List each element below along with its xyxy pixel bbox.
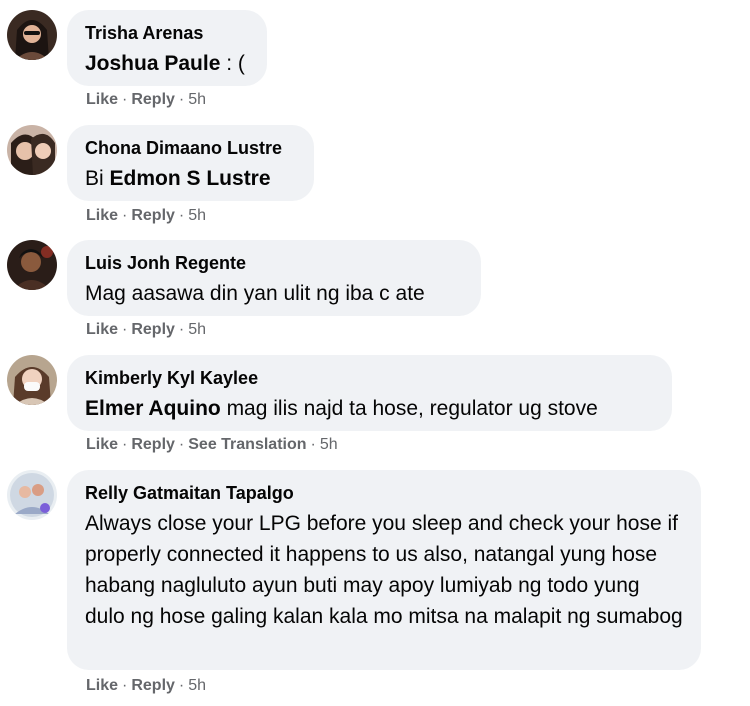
- comment-actions: Like · Reply · 5h: [86, 207, 207, 224]
- author-name[interactable]: Kimberly Kyl Kaylee: [85, 367, 654, 389]
- timestamp[interactable]: 5h: [320, 436, 338, 453]
- comment-bubble: Luis Jonh Regente Mag aasawa din yan uli…: [67, 240, 481, 316]
- avatar[interactable]: [7, 125, 57, 175]
- avatar[interactable]: [7, 470, 57, 520]
- reply-button[interactable]: Reply: [131, 321, 175, 338]
- avatar[interactable]: [7, 240, 57, 290]
- like-button[interactable]: Like: [86, 207, 118, 224]
- like-button[interactable]: Like: [86, 91, 118, 108]
- mention-link[interactable]: Elmer Aquino: [85, 397, 221, 420]
- comment-body: mag ilis najd ta hose, regulator ug stov…: [220, 397, 598, 420]
- reply-button[interactable]: Reply: [131, 91, 175, 108]
- reply-button[interactable]: Reply: [131, 436, 175, 453]
- like-button[interactable]: Like: [86, 436, 118, 453]
- avatar[interactable]: [7, 355, 57, 405]
- see-translation-link[interactable]: See Translation: [188, 436, 306, 453]
- comment-actions: Like · Reply · 5h: [86, 91, 207, 108]
- like-button[interactable]: Like: [86, 321, 118, 338]
- comment-bubble: Trisha Arenas Joshua Paule : (: [67, 10, 267, 86]
- like-button[interactable]: Like: [86, 677, 118, 694]
- avatar[interactable]: [7, 10, 57, 60]
- reply-button[interactable]: Reply: [131, 207, 175, 224]
- author-name[interactable]: Luis Jonh Regente: [85, 252, 463, 274]
- timestamp[interactable]: 5h: [188, 207, 206, 224]
- comment-actions: Like · Reply · 5h: [86, 677, 207, 694]
- comment-bubble: Kimberly Kyl Kaylee Elmer Aquino mag ili…: [67, 355, 672, 431]
- comment-text: Always close your LPG before you sleep a…: [85, 512, 683, 628]
- comment-actions: Like · Reply · See Translation · 5h: [86, 436, 338, 453]
- comment-text: Joshua Paule : (: [85, 48, 249, 79]
- author-name[interactable]: Relly Gatmaitan Tapalgo: [85, 482, 683, 504]
- comment-bubble: Relly Gatmaitan Tapalgo Always close you…: [67, 470, 701, 670]
- timestamp[interactable]: 5h: [188, 91, 206, 108]
- mention-link[interactable]: Joshua Paule: [85, 52, 220, 75]
- comment-text: Bi Edmon S Lustre: [85, 163, 296, 194]
- mention-link[interactable]: Edmon S Lustre: [110, 167, 271, 190]
- author-name[interactable]: Trisha Arenas: [85, 22, 249, 44]
- comment-bubble: Chona Dimaano Lustre Bi Edmon S Lustre: [67, 125, 314, 201]
- timestamp[interactable]: 5h: [188, 321, 206, 338]
- author-name[interactable]: Chona Dimaano Lustre: [85, 137, 296, 159]
- reply-button[interactable]: Reply: [131, 677, 175, 694]
- comment-body: : (: [220, 52, 245, 75]
- comment-text: Elmer Aquino mag ilis najd ta hose, regu…: [85, 393, 654, 424]
- comment-text: Mag aasawa din yan ulit ng iba c ate: [85, 282, 425, 305]
- timestamp[interactable]: 5h: [188, 677, 206, 694]
- comment-body: Bi: [85, 167, 110, 190]
- comment-actions: Like · Reply · 5h: [86, 321, 207, 338]
